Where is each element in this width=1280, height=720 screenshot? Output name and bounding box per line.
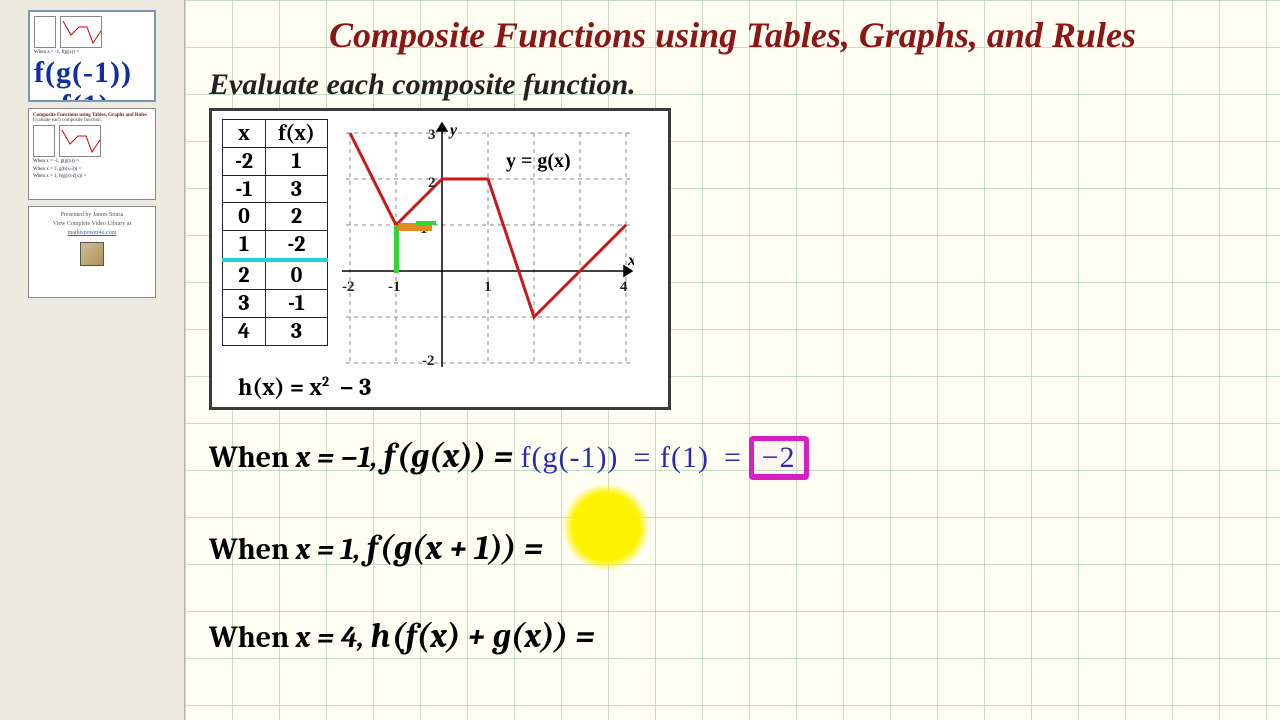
svg-text:y = g(x): y = g(x) — [506, 150, 571, 172]
p3-expr: h (f(x) + g(x)) = — [370, 616, 594, 656]
svg-text:y: y — [448, 122, 458, 139]
problems: When x = −1, f (g(x)) = f(g(-1)) = f(1) … — [209, 436, 1256, 656]
p1-answer-box: −2 — [749, 436, 809, 480]
p3-cond: x = 4, — [296, 620, 364, 655]
credit-by: Presented by James Sousa — [33, 211, 151, 220]
p1-expr: f (g(x)) = — [384, 436, 521, 476]
p2-cond: x = 1, — [296, 532, 360, 567]
p1-prefix: When — [209, 440, 296, 475]
p2-prefix: When — [209, 532, 296, 567]
slide-title: Composite Functions using Tables, Graphs… — [209, 14, 1256, 56]
h-function: h(x) = x2 − 3 — [238, 373, 658, 401]
table-row: 20 — [223, 260, 328, 289]
credit-lib: View Complete Video Library at — [33, 220, 151, 229]
table-row: 3-1 — [223, 289, 328, 317]
problem-3: When x = 4, h (f(x) + g(x)) = — [209, 616, 1256, 656]
p3-prefix: When — [209, 620, 296, 655]
table-row: -21 — [223, 147, 328, 175]
slide-canvas: Composite Functions using Tables, Graphs… — [185, 0, 1280, 720]
problem-1: When x = −1, f (g(x)) = f(g(-1)) = f(1) … — [209, 436, 1256, 480]
thumbnail-slide-1[interactable]: When x = -1, f(g(x)) = f(g(-1)) = f(1) =… — [28, 10, 156, 102]
g-graph-svg: y x y = g(x) 3 2 1 -2 -2 -1 1 4 — [342, 121, 634, 369]
svg-text:4: 4 — [620, 279, 628, 295]
p1-work1: f(g(-1)) — [520, 441, 618, 474]
f-table: x f(x) -21 -13 02 1-2 20 3-1 43 — [222, 119, 328, 346]
svg-text:x: x — [627, 252, 634, 269]
f-table-head-x: x — [223, 120, 266, 148]
slide-thumbnail-panel: When x = -1, f(g(x)) = f(g(-1)) = f(1) =… — [0, 0, 185, 720]
table-row: -13 — [223, 175, 328, 203]
table-row-highlight: 1-2 — [223, 231, 328, 260]
yellow-highlight-icon — [563, 484, 649, 570]
slide-subtitle: Evaluate each composite function. — [209, 68, 1256, 102]
svg-text:3: 3 — [428, 127, 436, 143]
table-row: 02 — [223, 203, 328, 231]
p1-work2: = f(1) — [625, 441, 717, 474]
table-row: 43 — [223, 317, 328, 345]
credit-link: mathispower4u.com — [33, 229, 151, 238]
p2-expr: f (g(x + 1)) = — [367, 528, 543, 568]
p1-cond: x = −1, — [296, 440, 377, 475]
svg-text:-2: -2 — [422, 353, 435, 369]
green-y-tick-mark — [416, 221, 436, 225]
reference-panel: x f(x) -21 -13 02 1-2 20 3-1 43 — [209, 108, 671, 410]
svg-text:2: 2 — [428, 175, 436, 191]
p1-work3: = — [724, 441, 742, 474]
svg-text:-1: -1 — [388, 279, 401, 295]
svg-text:-2: -2 — [342, 279, 355, 295]
p1-answer: −2 — [762, 441, 796, 474]
green-vertical-mark — [394, 225, 399, 273]
problem-2: When x = 1, f (g(x + 1)) = — [209, 528, 1256, 568]
g-graph: y x y = g(x) 3 2 1 -2 -2 -1 1 4 — [342, 121, 634, 369]
thumbnail-slide-2[interactable]: Composite Functions using Tables, Graphs… — [28, 108, 156, 200]
pencil-icon — [80, 242, 104, 266]
svg-text:1: 1 — [484, 279, 492, 295]
f-table-head-fx: f(x) — [266, 120, 328, 148]
thumbnail-slide-3[interactable]: Presented by James Sousa View Complete V… — [28, 206, 156, 298]
